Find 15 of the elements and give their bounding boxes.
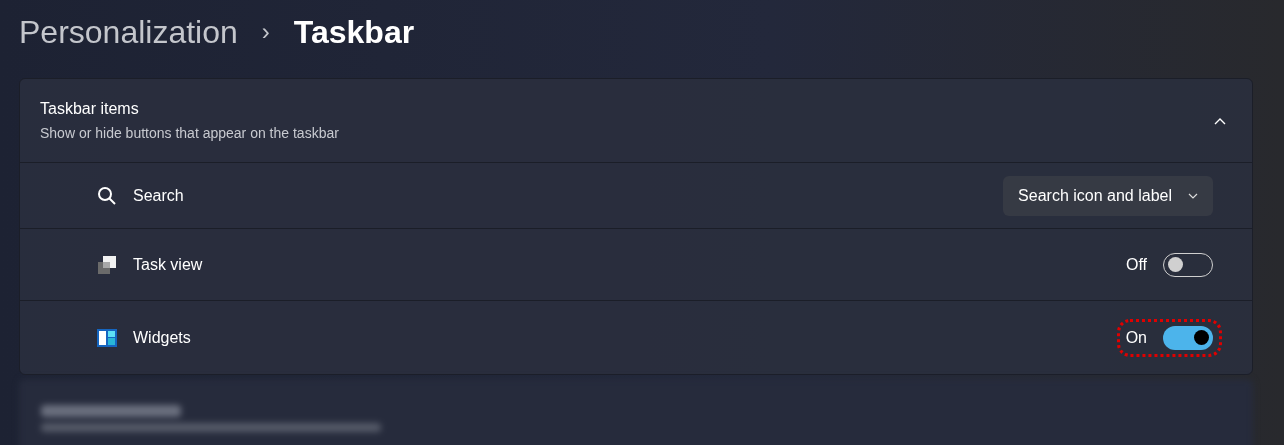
page-title: Taskbar: [293, 13, 415, 52]
widgets-icon: [97, 327, 117, 348]
toggle-state-label: Off: [1125, 254, 1147, 275]
breadcrumb-link[interactable]: Personalization: [19, 8, 238, 56]
setting-label: Widgets: [133, 327, 192, 348]
overlapping-squares-icon: [97, 254, 117, 275]
toggle-switch[interactable]: [1163, 325, 1213, 350]
section-title: Taskbar items: [40, 99, 140, 119]
section-subtitle: Show or hide buttons that appear on the taskbar: [40, 124, 340, 143]
setting-label: Task view: [133, 254, 204, 275]
setting-label: Search: [133, 185, 185, 206]
search-icon: [97, 185, 117, 206]
dropdown[interactable]: Search icon and label: [1003, 175, 1213, 216]
chevron-icon: ›: [261, 14, 270, 50]
toggle-state-label: On: [1125, 327, 1147, 348]
